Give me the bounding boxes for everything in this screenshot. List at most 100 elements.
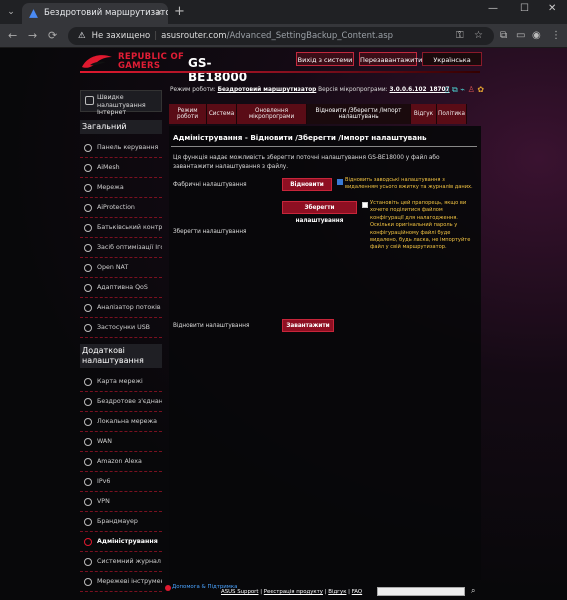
url-field[interactable]: ⚠ Не захищено | asusrouter.com/Advanced_Set… xyxy=(68,27,494,45)
tab-title: Бездротовий маршрутизатор A xyxy=(44,8,168,18)
sidebar-item-label: VPN xyxy=(97,498,110,505)
sidebar-item-label: Брандмауер xyxy=(97,518,138,525)
not-secure-icon[interactable]: ⚠ xyxy=(78,31,86,41)
sidebar-item-label: Застосунки USB xyxy=(97,324,151,331)
quick-setup-button[interactable]: Швидке налаштування Інтернет xyxy=(80,90,162,116)
tab-feedback[interactable]: Відгук xyxy=(411,104,437,124)
tab-system[interactable]: Система xyxy=(207,104,237,124)
menu-item-icon xyxy=(84,498,92,506)
address-bar-row: ← → ⟳ ⚠ Не захищено | asusrouter.com/Advanc… xyxy=(0,24,567,48)
menu-item-icon xyxy=(84,244,92,252)
sidebar-item-general-5[interactable]: Засіб оптимізації Ігор xyxy=(80,238,162,258)
advanced-section-header: Додаткові налаштування xyxy=(80,344,162,368)
sidebar-item-general-4[interactable]: Батьківський контроль xyxy=(80,218,162,238)
sidebar-item-label: Системний журнал xyxy=(97,558,161,565)
sidebar-item-label: Open NAT xyxy=(97,264,129,271)
sidebar-item-general-2[interactable]: Мережа xyxy=(80,178,162,198)
sidebar-item-general-7[interactable]: Адаптивна QoS xyxy=(80,278,162,298)
sidebar-icon[interactable]: ▭ xyxy=(516,30,525,41)
menu-icon[interactable]: ⋮ xyxy=(551,30,561,41)
tab-restore-save-upload[interactable]: Відновити /Зберегти /Імпорт налаштувань xyxy=(307,104,411,124)
extensions-icon[interactable]: ⧉ xyxy=(500,30,507,41)
sidebar-item-label: Панель керування xyxy=(97,144,159,151)
sidebar-item-advanced-7[interactable]: Брандмауер xyxy=(80,512,162,532)
tab-operation-mode[interactable]: Режим роботи xyxy=(169,104,207,124)
product-registration-link[interactable]: Реєстрація продукту xyxy=(264,589,323,595)
sidebar-item-advanced-9[interactable]: Системний журнал xyxy=(80,552,162,572)
sidebar-item-advanced-5[interactable]: IPv6 xyxy=(80,472,162,492)
sidebar-item-advanced-3[interactable]: WAN xyxy=(80,432,162,452)
sidebar-item-general-1[interactable]: AiMesh xyxy=(80,158,162,178)
content-panel: Адміністрування - Відновити /Зберегти /І… xyxy=(169,126,481,580)
operation-mode-link[interactable]: Бездротовий маршрутизатор xyxy=(218,87,317,93)
back-icon[interactable]: ← xyxy=(8,29,17,42)
footer-links: ASUS Support | Реєстрація продукту | Від… xyxy=(221,589,363,595)
close-window-button[interactable]: ✕ xyxy=(548,3,556,14)
browser-tab[interactable]: Бездротовий маршрутизатор A × xyxy=(22,3,168,24)
logout-button[interactable]: Вихід з системи xyxy=(296,52,354,66)
sidebar-item-general-6[interactable]: Open NAT xyxy=(80,258,162,278)
restore-settings-label: Відновити налаштування xyxy=(173,323,250,329)
sidebar-item-advanced-0[interactable]: Карта мережі xyxy=(80,372,162,392)
upload-settings-button[interactable]: Завантажити xyxy=(282,319,334,332)
search-icon[interactable]: ⌕ xyxy=(471,586,475,596)
restore-factory-button[interactable]: Відновити xyxy=(282,178,332,191)
faq-link[interactable]: FAQ xyxy=(352,589,362,595)
title-divider xyxy=(171,146,477,147)
sidebar-item-advanced-4[interactable]: Amazon Alexa xyxy=(80,452,162,472)
minimize-button[interactable]: — xyxy=(488,3,498,14)
reload-icon[interactable]: ⟳ xyxy=(48,29,57,42)
rog-eye-icon xyxy=(82,55,112,68)
sidebar-item-advanced-8[interactable]: Адміністрування xyxy=(80,532,162,552)
menu-item-icon xyxy=(84,558,92,566)
profile-icon[interactable]: ◉ xyxy=(532,30,541,41)
sidebar-item-label: IPv6 xyxy=(97,478,111,485)
sidebar-item-general-3[interactable]: AiProtection xyxy=(80,198,162,218)
sidebar-item-advanced-6[interactable]: VPN xyxy=(80,492,162,512)
sidebar-item-advanced-1[interactable]: Бездротове з'єднання xyxy=(80,392,162,412)
feedback-link[interactable]: Відгук xyxy=(328,589,346,595)
user-status-icon[interactable]: ♙ xyxy=(468,85,475,94)
menu-item-icon xyxy=(84,164,92,172)
sidebar-item-label: WAN xyxy=(97,438,112,445)
language-select[interactable]: Українська xyxy=(422,52,482,66)
sidebar-item-label: Батьківський контроль xyxy=(97,224,162,231)
sidebar-item-label: Аналізатор потоків xyxy=(97,304,161,311)
firmware-version-link[interactable]: 3.0.0.6.102_18707 xyxy=(389,87,449,93)
tab-search-icon[interactable]: ⌄ xyxy=(4,5,18,19)
footer-search-input[interactable] xyxy=(377,587,465,596)
maximize-button[interactable]: ☐ xyxy=(520,3,529,14)
sidebar-item-label: AiMesh xyxy=(97,164,120,171)
admin-tabs: Режим роботи Система Оновлення мікропрог… xyxy=(169,104,467,124)
sidebar-item-general-8[interactable]: Аналізатор потоків xyxy=(80,298,162,318)
close-tab-icon[interactable]: × xyxy=(155,3,163,24)
asus-favicon-icon xyxy=(29,9,38,18)
usb-status-icon[interactable]: ⌁ xyxy=(460,85,465,94)
sidebar-item-advanced-2[interactable]: Локальна мережа xyxy=(80,412,162,432)
sidebar-item-label: Карта мережі xyxy=(97,378,143,385)
debug-share-checkbox[interactable] xyxy=(362,202,368,208)
network-status-icon[interactable]: ⧉ xyxy=(452,85,458,94)
tab-policy[interactable]: Політика xyxy=(437,104,467,124)
general-section-header: Загальний xyxy=(80,120,162,134)
asus-support-link[interactable]: ASUS Support xyxy=(221,589,259,595)
factory-initialize-checkbox[interactable] xyxy=(337,179,343,185)
sidebar-item-general-0[interactable]: Панель керування xyxy=(80,138,162,158)
reboot-button[interactable]: Перезавантажити xyxy=(359,52,422,66)
security-label[interactable]: Не захищено xyxy=(92,31,151,41)
phone-status-icon[interactable]: ▯ xyxy=(445,85,449,94)
sidebar-item-advanced-10[interactable]: Мережеві інструменти xyxy=(80,572,162,592)
forward-icon[interactable]: → xyxy=(28,29,37,42)
tab-firmware-upgrade[interactable]: Оновлення мікропрограми xyxy=(237,104,307,124)
settings-status-icon[interactable]: ✿ xyxy=(477,85,484,94)
page-title: Адміністрування - Відновити /Зберегти /І… xyxy=(173,133,427,142)
router-page: REPUBLIC OF GAMERS GS-BE18000 Вихід з сис… xyxy=(0,48,567,600)
menu-item-icon xyxy=(84,518,92,526)
menu-item-icon xyxy=(84,284,92,292)
sidebar-item-general-9[interactable]: Застосунки USB xyxy=(80,318,162,338)
save-settings-button[interactable]: Зберегти налаштування xyxy=(282,201,357,224)
bookmark-star-icon[interactable]: ☆ xyxy=(474,30,483,41)
sidebar: Швидке налаштування Інтернет Загальний П… xyxy=(80,90,162,592)
new-tab-button[interactable]: + xyxy=(174,4,185,19)
key-icon[interactable]: ⚿ xyxy=(456,30,464,41)
